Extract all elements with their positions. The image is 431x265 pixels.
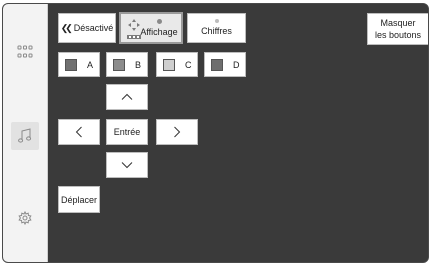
up-button[interactable] (106, 84, 148, 110)
sidebar (3, 4, 48, 262)
left-button[interactable] (58, 119, 100, 145)
control-panel: ❮❮ Désactivé Affichage Chiffres Masquer … (48, 4, 428, 262)
double-chevron-left-icon: ❮❮ (60, 23, 73, 33)
letter-c-button[interactable]: C (156, 52, 198, 77)
swatch-d (211, 58, 223, 71)
letter-b-button[interactable]: B (106, 52, 148, 77)
letter-d-button[interactable]: D (204, 52, 246, 77)
letter-d-label: D (233, 59, 240, 70)
hide-buttons-label-line1: Masquer (380, 18, 416, 28)
chevron-down-icon (121, 162, 133, 169)
head-unit-screen: ❮❮ Désactivé Affichage Chiffres Masquer … (2, 3, 429, 263)
display-label: Affichage (140, 26, 178, 37)
off-label: Désactivé (73, 23, 114, 33)
swatch-c (163, 58, 175, 71)
swatch-b (113, 58, 125, 71)
digits-label: Chiffres (201, 26, 232, 36)
down-button[interactable] (106, 152, 148, 178)
swatch-a (65, 58, 77, 71)
right-button[interactable] (156, 119, 198, 145)
letter-b-label: B (135, 59, 142, 70)
letter-a-label: A (87, 59, 94, 70)
move-label: Déplacer (60, 194, 98, 205)
chevron-left-icon (75, 126, 82, 138)
move-button[interactable]: Déplacer (58, 186, 100, 213)
enter-button[interactable]: Entrée (106, 119, 148, 145)
apps-grid-icon[interactable] (13, 40, 37, 64)
hide-buttons-label-line2: les boutons (374, 30, 422, 40)
music-note-icon[interactable] (11, 122, 39, 150)
chevron-up-icon (121, 93, 133, 100)
off-button[interactable]: ❮❮ Désactivé (58, 13, 116, 43)
digits-indicator-dot (214, 19, 219, 23)
display-indicator-dot (156, 18, 162, 24)
settings-gear-icon[interactable] (13, 206, 37, 230)
letter-a-button[interactable]: A (58, 52, 100, 77)
digits-button[interactable]: Chiffres (187, 13, 246, 43)
enter-label: Entrée (113, 127, 141, 137)
display-button[interactable]: Affichage (119, 12, 183, 44)
hide-buttons-button[interactable]: Masquer les boutons (367, 13, 428, 45)
display-icon (127, 18, 141, 40)
letter-c-label: C (185, 59, 192, 70)
chevron-right-icon (174, 126, 181, 138)
